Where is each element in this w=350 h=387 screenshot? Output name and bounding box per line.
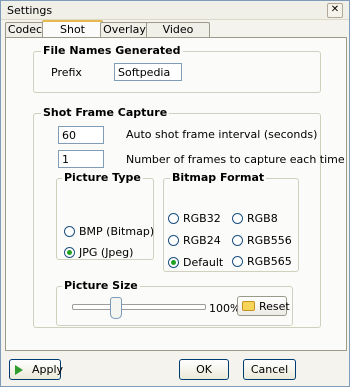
radio-rgb565-label: RGB565 bbox=[247, 255, 292, 268]
close-button[interactable]: ✕ bbox=[327, 3, 343, 18]
prefix-label: Prefix bbox=[51, 66, 82, 79]
prefix-input[interactable]: Softpedia bbox=[114, 63, 182, 81]
radio-rgb8[interactable] bbox=[232, 213, 243, 224]
radio-jpg-label: JPG (Jpeg) bbox=[79, 246, 134, 259]
radio-rgb32[interactable] bbox=[168, 213, 179, 224]
file-names-title: File Names Generated bbox=[41, 44, 183, 57]
apply-button-label: Apply bbox=[32, 363, 64, 376]
radio-rgb32-label: RGB32 bbox=[183, 212, 221, 225]
interval-label: Auto shot frame interval (seconds) bbox=[126, 128, 318, 141]
radio-rgb556-label: RGB556 bbox=[247, 234, 292, 247]
bitmap-format-title: Bitmap Format bbox=[170, 171, 267, 184]
reset-button-label: Reset bbox=[259, 300, 290, 313]
radio-default[interactable] bbox=[168, 257, 179, 268]
radio-rgb8-label: RGB8 bbox=[247, 212, 278, 225]
close-icon: ✕ bbox=[330, 4, 340, 15]
frames-input[interactable]: 1 bbox=[58, 150, 104, 168]
reset-icon bbox=[242, 301, 255, 311]
tab-codec[interactable]: Codec bbox=[5, 22, 45, 38]
radio-rgb556[interactable] bbox=[232, 235, 243, 246]
picture-type-title: Picture Type bbox=[62, 171, 143, 184]
picture-size-slider[interactable] bbox=[110, 297, 122, 319]
cancel-button[interactable]: Cancel bbox=[243, 359, 296, 380]
window-title: Settings bbox=[7, 4, 53, 17]
title-bar: Settings ✕ bbox=[1, 1, 349, 20]
shot-frame-capture-title: Shot Frame Capture bbox=[41, 106, 170, 119]
settings-window: Settings ✕ Codec Shot Frame Overlay Vide… bbox=[0, 0, 350, 387]
frames-label: Number of frames to capture each time bbox=[126, 153, 345, 166]
picture-size-title: Picture Size bbox=[62, 279, 140, 292]
radio-default-label: Default bbox=[183, 256, 224, 269]
ok-button[interactable]: OK bbox=[179, 359, 229, 380]
radio-jpg[interactable] bbox=[64, 247, 75, 258]
radio-rgb24-label: RGB24 bbox=[183, 234, 221, 247]
reset-button[interactable]: Reset bbox=[237, 296, 290, 316]
apply-button[interactable]: Apply bbox=[9, 359, 64, 380]
radio-bmp-label: BMP (Bitmap) bbox=[79, 225, 155, 238]
apply-icon bbox=[15, 365, 23, 375]
tab-overlay[interactable]: Overlay bbox=[100, 22, 149, 38]
picture-size-track bbox=[72, 304, 206, 310]
interval-input[interactable]: 60 bbox=[58, 126, 104, 144]
radio-bmp[interactable] bbox=[64, 226, 75, 237]
radio-rgb24[interactable] bbox=[168, 235, 179, 246]
radio-rgb565[interactable] bbox=[232, 256, 243, 267]
picture-size-value: 100% bbox=[209, 302, 241, 315]
tab-video-effect[interactable]: Video Effect bbox=[146, 22, 210, 50]
shot-frame-panel: File Names Generated Prefix Softpedia Sh… bbox=[5, 37, 347, 351]
